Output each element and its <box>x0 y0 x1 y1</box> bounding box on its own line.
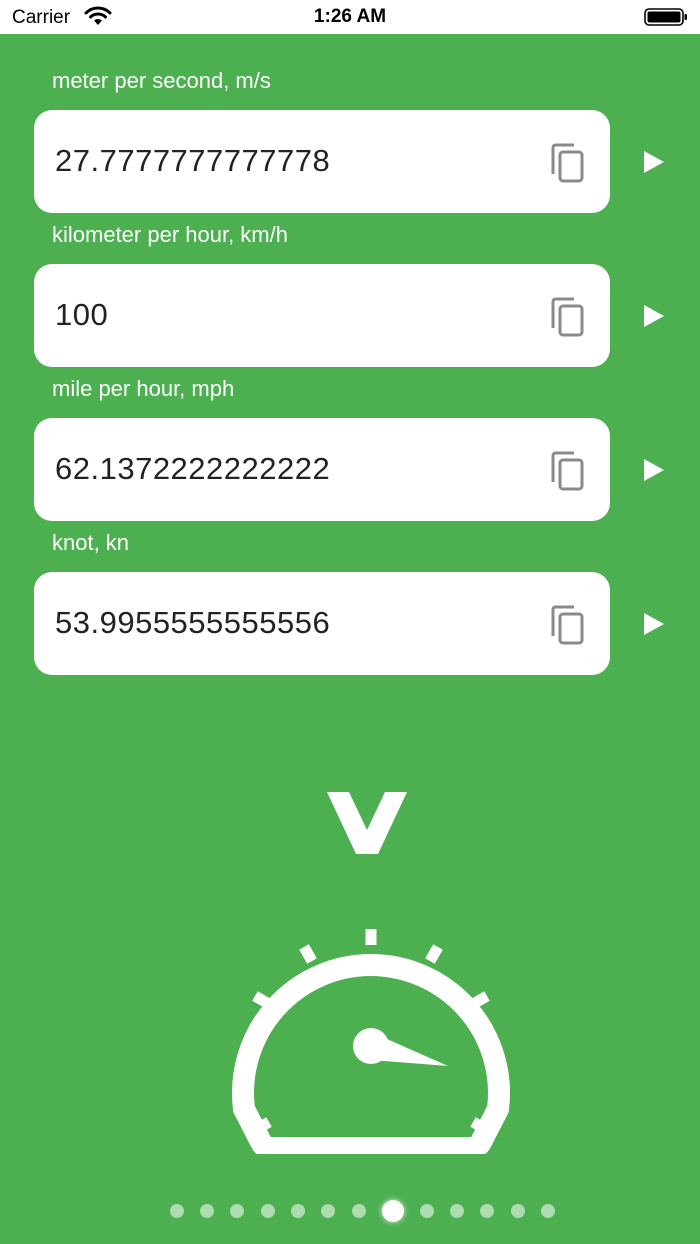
page-dot[interactable] <box>261 1204 275 1218</box>
page-dot[interactable] <box>480 1204 494 1218</box>
page-dot[interactable] <box>352 1204 366 1218</box>
value-text-knot[interactable]: 53.9955555555556 <box>55 605 330 641</box>
page-dot[interactable] <box>291 1204 305 1218</box>
value-field-knot[interactable]: 53.9955555555556 <box>34 572 610 675</box>
copy-icon[interactable] <box>550 143 586 183</box>
page-dot[interactable] <box>170 1204 184 1218</box>
play-icon[interactable] <box>642 149 666 175</box>
page-dot[interactable] <box>420 1204 434 1218</box>
page-dot[interactable] <box>541 1204 555 1218</box>
unit-label-kmh: kilometer per hour, km/h <box>52 222 288 247</box>
copy-icon[interactable] <box>550 451 586 491</box>
value-field-mph[interactable]: 62.1372222222222 <box>34 418 610 521</box>
page-dot[interactable] <box>450 1204 464 1218</box>
play-icon[interactable] <box>642 611 666 637</box>
status-bar: Carrier 1:26 AM <box>0 0 700 34</box>
copy-icon[interactable] <box>550 605 586 645</box>
value-text-kmh[interactable]: 100 <box>55 297 108 333</box>
play-icon[interactable] <box>642 457 666 483</box>
page-dot[interactable] <box>200 1204 214 1218</box>
unit-label-mps: meter per second, m/s <box>52 68 271 93</box>
page-indicator[interactable] <box>0 1200 700 1222</box>
value-field-mps[interactable]: 27.7777777777778 <box>34 110 610 213</box>
page-dot[interactable] <box>321 1204 335 1218</box>
value-text-mps[interactable]: 27.7777777777778 <box>55 143 330 179</box>
play-icon[interactable] <box>642 303 666 329</box>
value-text-mph[interactable]: 62.1372222222222 <box>55 451 330 487</box>
speedometer-icon <box>232 929 510 1154</box>
unit-label-knot: knot, kn <box>52 530 130 555</box>
page-dot[interactable] <box>230 1204 244 1218</box>
unit-label-mph: mile per hour, mph <box>52 376 235 401</box>
status-time: 1:26 AM <box>313 6 387 27</box>
velocity-v-icon <box>327 792 407 854</box>
copy-icon[interactable] <box>550 297 586 337</box>
page-dot-active[interactable] <box>382 1200 404 1222</box>
battery-icon <box>644 8 687 26</box>
value-field-kmh[interactable]: 100 <box>34 264 610 367</box>
page-dot[interactable] <box>511 1204 525 1218</box>
